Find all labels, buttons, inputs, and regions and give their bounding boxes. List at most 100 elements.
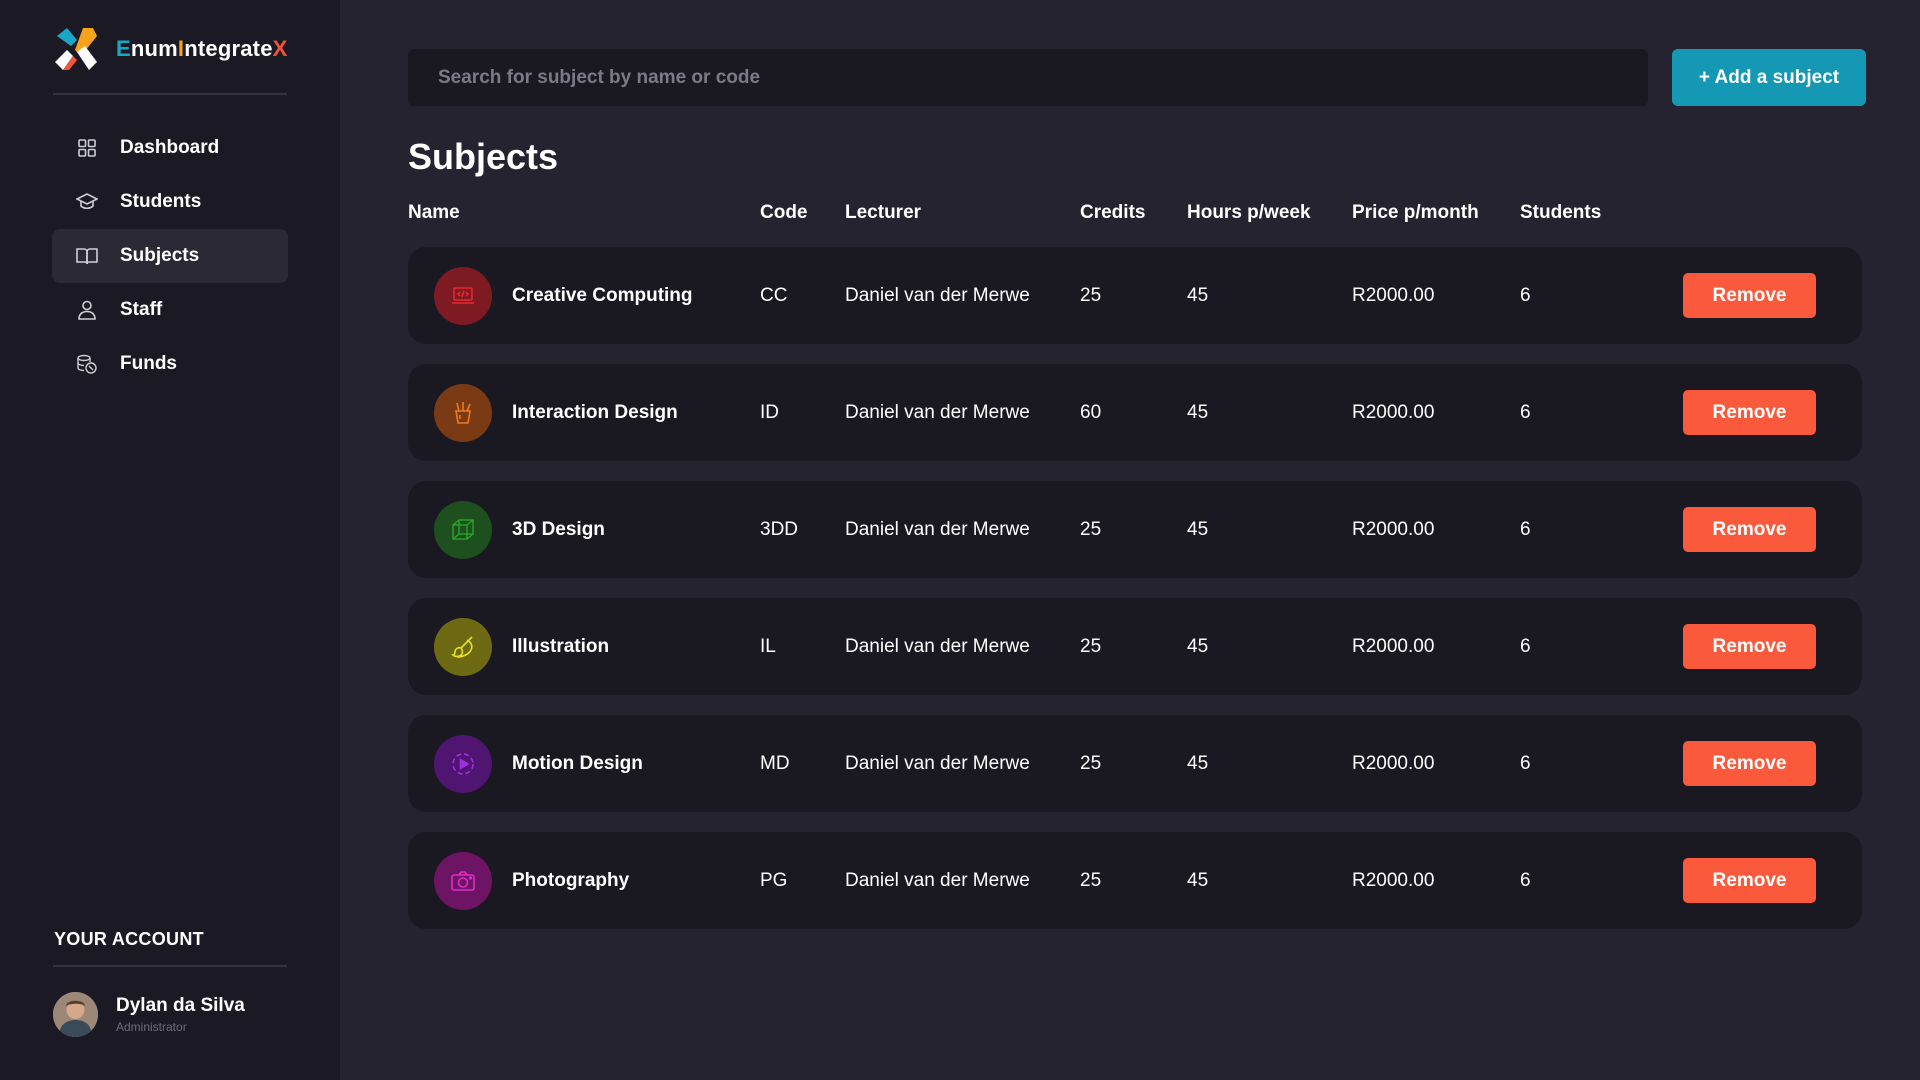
camera-icon (451, 871, 475, 891)
subject-price: R2000.00 (1352, 869, 1435, 891)
column-header-hours[interactable]: Hours p/week (1187, 202, 1311, 224)
subject-name: Interaction Design (512, 401, 678, 423)
add-subject-button[interactable]: + Add a subject (1672, 49, 1866, 106)
brand-name: EnumIntegrateX (116, 36, 288, 61)
cube-icon (452, 519, 474, 540)
remove-button[interactable]: Remove (1683, 741, 1816, 786)
subject-code: CC (760, 284, 788, 306)
user-name: Dylan da Silva (116, 995, 245, 1016)
column-header-credits[interactable]: Credits (1080, 202, 1145, 224)
subject-avatar (434, 267, 492, 325)
column-header-code[interactable]: Code (760, 202, 808, 224)
subject-hours: 45 (1187, 401, 1209, 423)
column-header-students[interactable]: Students (1520, 202, 1601, 224)
subject-credits: 25 (1080, 752, 1102, 774)
subject-name: Photography (512, 869, 630, 891)
sidebar-nav: Dashboard Students Subjects Staff Funds (52, 121, 288, 391)
sidebar-item-label: Students (120, 191, 202, 212)
subject-credits: 25 (1080, 518, 1102, 540)
subject-hours: 45 (1187, 635, 1209, 657)
subject-students: 6 (1520, 869, 1531, 891)
sidebar-item-students[interactable]: Students (52, 175, 288, 229)
remove-button[interactable]: Remove (1683, 858, 1816, 903)
brand-logo[interactable]: EnumIntegrateX (53, 26, 288, 72)
subject-lecturer: Daniel van der Merwe (845, 518, 1030, 540)
sidebar-item-label: Funds (120, 353, 177, 374)
subject-lecturer: Daniel van der Merwe (845, 401, 1030, 423)
remove-button[interactable]: Remove (1683, 624, 1816, 669)
subject-hours: 45 (1187, 284, 1209, 306)
subject-lecturer: Daniel van der Merwe (845, 635, 1030, 657)
table-row[interactable]: Photography PG Daniel van der Merwe 25 4… (408, 832, 1862, 929)
subject-lecturer: Daniel van der Merwe (845, 752, 1030, 774)
remove-button[interactable]: Remove (1683, 390, 1816, 435)
subject-hours: 45 (1187, 752, 1209, 774)
subject-avatar (434, 735, 492, 793)
play-circle-icon (452, 753, 474, 775)
subject-lecturer: Daniel van der Merwe (845, 284, 1030, 306)
sidebar-item-dashboard[interactable]: Dashboard (52, 121, 288, 175)
sidebar-item-funds[interactable]: Funds (52, 337, 288, 391)
account-section-title: YOUR ACCOUNT (54, 929, 204, 949)
column-header-lecturer[interactable]: Lecturer (845, 202, 921, 224)
sidebar-item-subjects[interactable]: Subjects (52, 229, 288, 283)
remove-button[interactable]: Remove (1683, 507, 1816, 552)
sidebar-item-label: Staff (120, 299, 163, 320)
remove-button[interactable]: Remove (1683, 273, 1816, 318)
sidebar-item-label: Dashboard (120, 137, 220, 158)
user-role: Administrator (116, 1020, 187, 1034)
subject-students: 6 (1520, 635, 1531, 657)
subject-name: Motion Design (512, 752, 643, 774)
subject-name: Illustration (512, 635, 610, 657)
search-bar[interactable] (408, 49, 1648, 106)
search-input[interactable] (438, 66, 1648, 89)
subject-price: R2000.00 (1352, 635, 1435, 657)
table-row[interactable]: 3D Design 3DD Daniel van der Merwe 25 45… (408, 481, 1862, 578)
subject-code: 3DD (760, 518, 799, 540)
subject-avatar (434, 852, 492, 910)
table-row[interactable]: Motion Design MD Daniel van der Merwe 25… (408, 715, 1862, 812)
column-header-price[interactable]: Price p/month (1352, 202, 1479, 224)
divider (53, 93, 287, 95)
subject-code: MD (760, 752, 790, 774)
subject-avatar (434, 618, 492, 676)
sidebar-item-label: Subjects (120, 245, 200, 266)
subject-students: 6 (1520, 284, 1531, 306)
grid-icon (76, 137, 98, 159)
divider (53, 965, 287, 967)
sidebar-item-staff[interactable]: Staff (52, 283, 288, 337)
subject-students: 6 (1520, 518, 1531, 540)
user-profile[interactable]: Dylan da Silva Administrator (53, 992, 245, 1037)
subject-students: 6 (1520, 752, 1531, 774)
subject-price: R2000.00 (1352, 401, 1435, 423)
subject-credits: 60 (1080, 401, 1102, 423)
subject-hours: 45 (1187, 518, 1209, 540)
table-row[interactable]: Interaction Design ID Daniel van der Mer… (408, 364, 1862, 461)
subject-avatar (434, 384, 492, 442)
code-laptop-icon (452, 287, 474, 304)
column-header-name[interactable]: Name (408, 202, 460, 224)
subject-lecturer: Daniel van der Merwe (845, 869, 1030, 891)
subject-credits: 25 (1080, 284, 1102, 306)
coins-icon (76, 353, 98, 375)
subject-price: R2000.00 (1352, 518, 1435, 540)
graduation-cap-icon (76, 191, 98, 213)
sidebar: EnumIntegrateX Dashboard Students Subjec… (0, 0, 340, 1080)
subject-price: R2000.00 (1352, 284, 1435, 306)
subject-students: 6 (1520, 401, 1531, 423)
paint-brush-icon (451, 636, 473, 658)
table-row[interactable]: Illustration IL Daniel van der Merwe 25 … (408, 598, 1862, 695)
subject-hours: 45 (1187, 869, 1209, 891)
subject-credits: 25 (1080, 635, 1102, 657)
pencil-cup-icon (455, 402, 471, 424)
subject-name: 3D Design (512, 518, 605, 540)
subjects-table: Creative Computing CC Daniel van der Mer… (408, 247, 1862, 949)
subject-credits: 25 (1080, 869, 1102, 891)
table-row[interactable]: Creative Computing CC Daniel van der Mer… (408, 247, 1862, 344)
subject-name: Creative Computing (512, 284, 693, 306)
subject-code: IL (760, 635, 776, 657)
subject-code: ID (760, 401, 779, 423)
user-icon (76, 299, 98, 321)
avatar (53, 992, 98, 1037)
logo-x-icon (55, 28, 97, 70)
